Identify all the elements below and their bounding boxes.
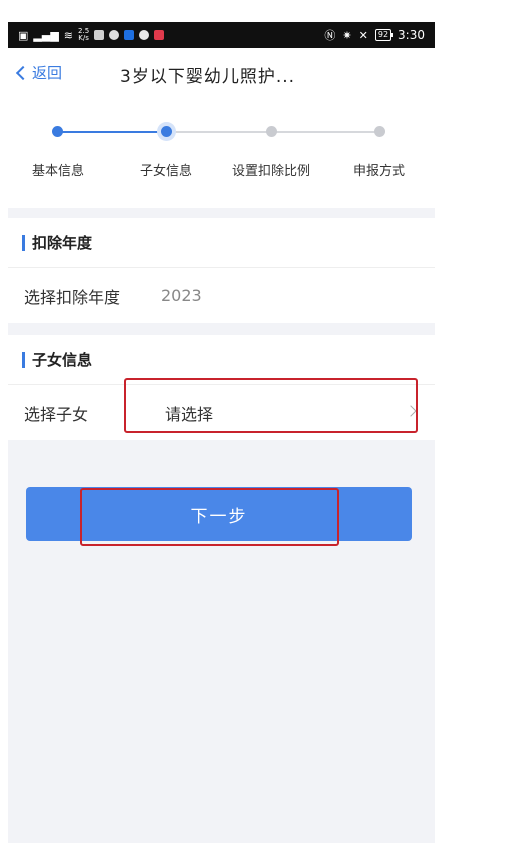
status-left: ▣ ▂▄▆ ≋ 2.5 K/s bbox=[18, 28, 165, 42]
deduction-year-label: 选择扣除年度 bbox=[24, 287, 121, 307]
step-label-declaration-method: 申报方式 bbox=[352, 164, 406, 179]
step-dot-basic-info bbox=[52, 126, 63, 137]
deduction-year-value: 2023 bbox=[161, 286, 202, 305]
page-title: 3岁以下婴幼儿照护... bbox=[120, 67, 296, 87]
step-label-basic-info: 基本信息 bbox=[31, 164, 85, 179]
nav-bar: 返回 3岁以下婴幼儿照护... bbox=[8, 48, 435, 100]
child-info-section: 子女信息 选择子女 请选择 bbox=[8, 335, 435, 440]
blue-app-icon bbox=[124, 30, 135, 40]
section-marker bbox=[22, 234, 25, 251]
child-info-title: 子女信息 bbox=[32, 351, 93, 369]
deduction-year-title: 扣除年度 bbox=[32, 234, 93, 252]
notification-app-icon bbox=[109, 30, 120, 40]
net-speed-unit: K/s bbox=[78, 34, 89, 42]
signal-icon: ▂▄▆ bbox=[33, 28, 59, 42]
select-child-row[interactable]: 选择子女 请选择 bbox=[8, 385, 435, 440]
deduction-year-section: 扣除年度 选择扣除年度 2023 bbox=[8, 218, 435, 323]
step-connector-2 bbox=[170, 131, 270, 133]
circle-app-icon bbox=[139, 30, 150, 40]
sim-icon: ▣ bbox=[18, 28, 29, 42]
step-label-child-info: 子女信息 bbox=[139, 164, 193, 179]
child-info-header: 子女信息 bbox=[8, 335, 435, 385]
nfc-icon: Ⓝ bbox=[324, 28, 336, 42]
red-app-icon bbox=[154, 30, 165, 40]
deduction-year-row[interactable]: 选择扣除年度 2023 bbox=[8, 268, 435, 323]
step-connector-3 bbox=[276, 131, 376, 133]
select-child-label: 选择子女 bbox=[24, 404, 89, 424]
status-bar: ▣ ▂▄▆ ≋ 2.5 K/s Ⓝ ✷ ✕ 92 3:30 bbox=[8, 22, 435, 48]
status-right: Ⓝ ✷ ✕ 92 3:30 bbox=[324, 28, 425, 42]
progress-stepper: 基本信息 子女信息 设置扣除比例 申报方式 bbox=[8, 100, 435, 208]
vibrate-icon: ✷ bbox=[342, 28, 352, 42]
step-dot-declaration-method bbox=[374, 126, 385, 137]
wifi-icon: ≋ bbox=[63, 28, 74, 42]
net-speed: 2.5 K/s bbox=[78, 28, 89, 42]
select-child-dropdown[interactable]: 请选择 bbox=[165, 401, 213, 425]
back-label: 返回 bbox=[32, 64, 63, 82]
back-button[interactable]: 返回 bbox=[15, 62, 63, 83]
mute-icon: ✕ bbox=[358, 28, 368, 42]
step-connector-1 bbox=[62, 131, 164, 133]
step-dot-deduction-ratio bbox=[266, 126, 277, 137]
phone-screen: ▣ ▂▄▆ ≋ 2.5 K/s Ⓝ ✷ ✕ 92 3:30 返回 3岁以下婴幼儿… bbox=[8, 22, 435, 843]
step-label-deduction-ratio: 设置扣除比例 bbox=[231, 164, 311, 179]
next-step-button[interactable]: 下一步 bbox=[26, 487, 412, 541]
deduction-year-header: 扣除年度 bbox=[8, 218, 435, 268]
section-marker bbox=[22, 351, 25, 368]
battery-icon: 92 bbox=[374, 29, 394, 41]
gallery-app-icon bbox=[94, 30, 105, 40]
chevron-right-icon bbox=[405, 405, 417, 417]
step-dot-child-info bbox=[161, 126, 172, 137]
chevron-left-icon bbox=[15, 65, 31, 80]
clock: 3:30 bbox=[398, 28, 425, 42]
